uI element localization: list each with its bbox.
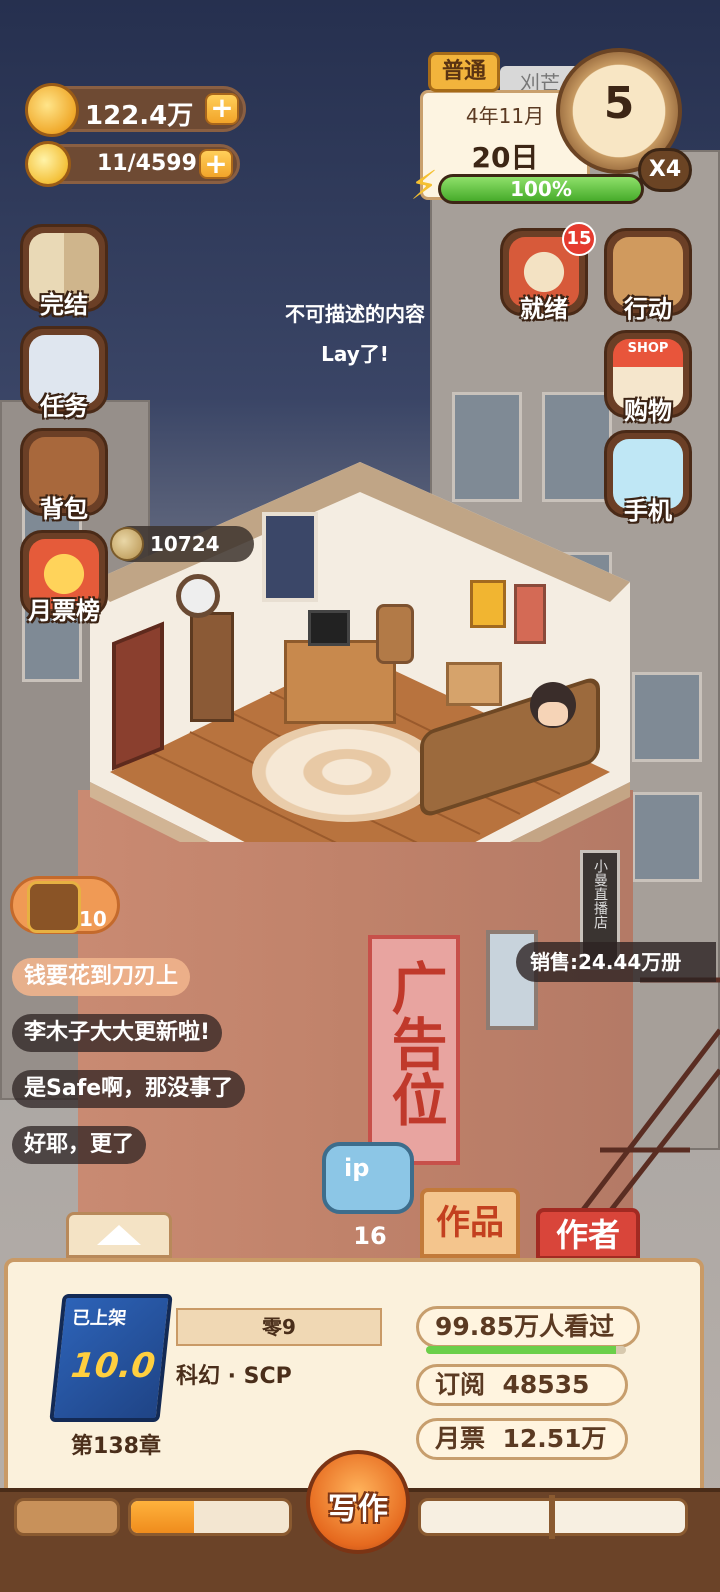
write-button[interactable]: 写作: [306, 1450, 410, 1554]
add-energy-button[interactable]: +: [199, 149, 233, 179]
right-slider[interactable]: [418, 1495, 688, 1539]
book-status: 已上架: [71, 1308, 128, 1329]
left-slot[interactable]: [14, 1498, 120, 1536]
menu-phone[interactable]: 手机: [604, 430, 692, 526]
wall-poster-red: [514, 584, 546, 644]
wall-poster-yellow: [470, 580, 506, 628]
chat-message: 好耶，更了: [12, 1126, 147, 1164]
calendar-widget: 刈芒 普通 4年11月 20日 5 X4 100% ⚡: [410, 44, 710, 214]
book-panel: 已上架 10.0 第138章 零9 科幻 · SCP 99.85万人看过 订阅 …: [0, 1258, 720, 1592]
chair: [376, 604, 414, 664]
write-progress-fill: [131, 1501, 195, 1533]
chat-message: 李木子大大更新啦!: [12, 1014, 223, 1052]
coins-bar: 122.4万 +: [25, 83, 246, 137]
book-title-ribbon: 零9: [176, 1308, 382, 1346]
menu-action[interactable]: 行动: [604, 228, 692, 324]
computer-monitor[interactable]: [308, 610, 350, 646]
menu-shop[interactable]: SHOP 购物: [604, 330, 692, 426]
book-score: 10.0: [69, 1346, 158, 1386]
subscribe-stat: 订阅 48535: [416, 1364, 628, 1406]
lightning-icon: ⚡: [410, 163, 439, 209]
collapse-button[interactable]: [66, 1212, 172, 1258]
wall-clock: [176, 574, 220, 618]
round-rug: [252, 722, 442, 822]
ip-button[interactable]: ip: [322, 1142, 414, 1214]
stamina-text: 100%: [510, 177, 572, 201]
speech-text: 不可描述的内容 Lay了!: [285, 302, 425, 366]
speed-button[interactable]: X4: [638, 148, 692, 192]
chevron-up-icon: [97, 1225, 141, 1245]
menu-complete[interactable]: 完结: [20, 224, 108, 320]
views-stat: 99.85万人看过: [416, 1306, 640, 1348]
ip-count: 16: [353, 1222, 387, 1250]
views-bar-fill: [426, 1346, 616, 1354]
book-cover[interactable]: 已上架 10.0: [49, 1294, 173, 1422]
add-coins-button[interactable]: +: [205, 93, 239, 125]
menu-tasks[interactable]: 任务: [20, 326, 108, 422]
tab-works[interactable]: 作品: [420, 1188, 520, 1258]
write-button-label: 写作: [328, 1492, 388, 1527]
coins-value: 122.4万: [85, 101, 194, 131]
room-door[interactable]: [112, 621, 164, 771]
slider-marker: [549, 1495, 555, 1539]
coin-icon: [25, 83, 79, 137]
treasure-chest[interactable]: 10: [10, 876, 120, 934]
chat-message: 钱要花到刀刃上: [12, 958, 191, 996]
sales-label: 销售:24.44万册: [516, 942, 716, 982]
day-label: 20日: [471, 141, 539, 174]
difficulty-badge: 普通: [428, 52, 500, 92]
room-window: [262, 512, 318, 602]
views-bar: [426, 1346, 626, 1354]
menu-ready[interactable]: 就绪 15: [500, 222, 596, 324]
bed[interactable]: [420, 674, 610, 820]
tab-author[interactable]: 作者: [536, 1208, 640, 1260]
bookshelf: [190, 612, 234, 722]
chapter-label: 第138章: [71, 1434, 161, 1459]
stamina-bar: 100%: [438, 174, 644, 204]
monthly-ticket-stat: 月票 12.51万: [416, 1418, 628, 1460]
ready-badge: 15: [562, 222, 596, 256]
menu-backpack[interactable]: 背包: [20, 428, 108, 524]
write-progress-bar: [128, 1498, 292, 1536]
chest-icon: [27, 881, 81, 933]
energy-bar: 11/4599 +: [25, 141, 240, 187]
coin-bubble-value: 10724: [150, 532, 220, 556]
energy-value: 11/4599: [97, 151, 197, 176]
countdown-value: 5: [603, 78, 635, 129]
menu-monthly-ranking[interactable]: 月票榜: [20, 530, 108, 626]
chest-count: 10: [79, 907, 107, 931]
book-title: 零9: [262, 1315, 296, 1339]
coin-bubble[interactable]: 10724: [110, 526, 254, 562]
book-genre: 科幻 · SCP: [176, 1364, 292, 1389]
lightbulb-icon: [25, 141, 71, 187]
coin-icon: [110, 527, 144, 561]
chat-message: 是Safe啊，那没事了: [12, 1070, 246, 1108]
